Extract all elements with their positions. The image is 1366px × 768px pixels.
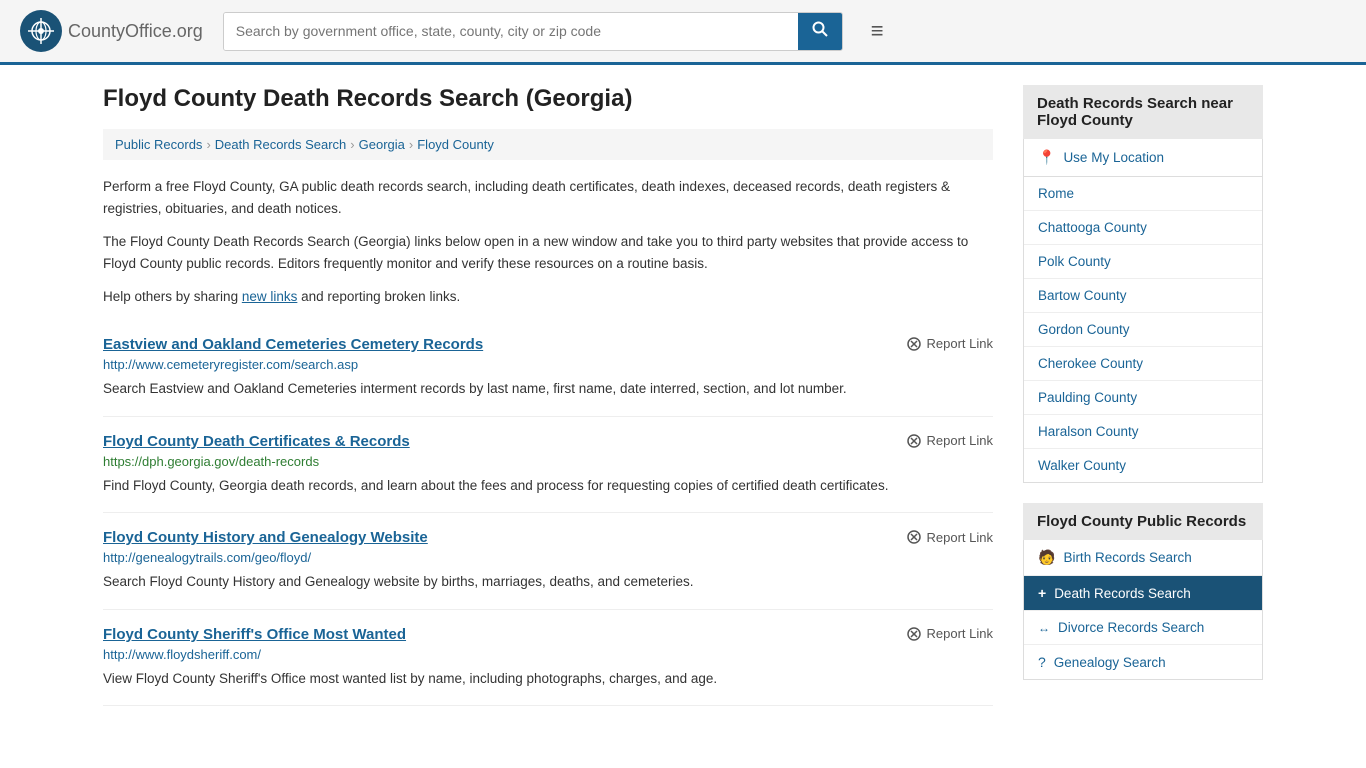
person-icon: 🧑 <box>1038 549 1055 566</box>
nearby-section: Death Records Search near Floyd County 📍… <box>1023 85 1263 483</box>
sidebar-link-death[interactable]: + Death Records Search <box>1024 576 1262 610</box>
nearby-link-haralson[interactable]: Haralson County <box>1024 415 1262 448</box>
logo-link[interactable]: CountyOffice.org <box>20 10 203 52</box>
logo-text: CountyOffice.org <box>68 21 203 42</box>
sidebar-item-genealogy: ? Genealogy Search <box>1024 645 1262 679</box>
breadcrumb: Public Records › Death Records Search › … <box>103 129 993 160</box>
nearby-link-rome[interactable]: Rome <box>1024 177 1262 210</box>
nearby-header: Death Records Search near Floyd County <box>1023 85 1263 139</box>
nearby-item-gordon: Gordon County <box>1024 313 1262 347</box>
report-link-3[interactable]: Report Link <box>906 529 993 545</box>
nearby-link-paulding[interactable]: Paulding County <box>1024 381 1262 414</box>
result-title-1[interactable]: Eastview and Oakland Cemeteries Cemetery… <box>103 336 483 353</box>
nearby-item-haralson: Haralson County <box>1024 415 1262 449</box>
sidebar-link-genealogy[interactable]: ? Genealogy Search <box>1024 645 1262 679</box>
header: CountyOffice.org ≡ <box>0 0 1366 65</box>
report-link-2[interactable]: Report Link <box>906 433 993 449</box>
result-url-3: http://genealogytrails.com/geo/floyd/ <box>103 550 993 565</box>
report-link-4[interactable]: Report Link <box>906 626 993 642</box>
arrows-icon: ↔ <box>1038 621 1050 635</box>
breadcrumb-public-records[interactable]: Public Records <box>115 137 202 152</box>
description-1: Perform a free Floyd County, GA public d… <box>103 176 993 219</box>
nearby-item-chattooga: Chattooga County <box>1024 211 1262 245</box>
description-2: The Floyd County Death Records Search (G… <box>103 231 993 274</box>
sidebar-link-birth[interactable]: 🧑 Birth Records Search <box>1024 540 1262 575</box>
sidebar-link-divorce[interactable]: ↔ Divorce Records Search <box>1024 611 1262 644</box>
search-input[interactable] <box>224 13 798 50</box>
search-button[interactable] <box>798 13 842 50</box>
nearby-item-bartow: Bartow County <box>1024 279 1262 313</box>
sidebar-item-birth: 🧑 Birth Records Search <box>1024 540 1262 576</box>
results-list: Eastview and Oakland Cemeteries Cemetery… <box>103 320 993 706</box>
breadcrumb-death-records[interactable]: Death Records Search <box>215 137 347 152</box>
use-location-button[interactable]: 📍 Use My Location <box>1023 139 1263 177</box>
nearby-item-rome: Rome <box>1024 177 1262 211</box>
nearby-item-paulding: Paulding County <box>1024 381 1262 415</box>
nearby-link-gordon[interactable]: Gordon County <box>1024 313 1262 346</box>
nearby-link-bartow[interactable]: Bartow County <box>1024 279 1262 312</box>
result-item: Floyd County History and Genealogy Websi… <box>103 513 993 610</box>
breadcrumb-floyd-county[interactable]: Floyd County <box>417 137 494 152</box>
sidebar-item-divorce: ↔ Divorce Records Search <box>1024 611 1262 645</box>
report-link-1[interactable]: Report Link <box>906 336 993 352</box>
search-bar <box>223 12 843 51</box>
menu-icon[interactable]: ≡ <box>871 18 884 44</box>
location-icon: 📍 <box>1038 149 1055 166</box>
result-item: Eastview and Oakland Cemeteries Cemetery… <box>103 320 993 417</box>
description-3: Help others by sharing new links and rep… <box>103 286 993 308</box>
nearby-list: Rome Chattooga County Polk County Bartow… <box>1023 177 1263 483</box>
breadcrumb-georgia[interactable]: Georgia <box>359 137 405 152</box>
nearby-item-walker: Walker County <box>1024 449 1262 482</box>
result-url-4: http://www.floydsheriff.com/ <box>103 647 993 662</box>
nearby-link-cherokee[interactable]: Cherokee County <box>1024 347 1262 380</box>
result-title-2[interactable]: Floyd County Death Certificates & Record… <box>103 433 410 450</box>
result-url-2: https://dph.georgia.gov/death-records <box>103 454 993 469</box>
nearby-item-cherokee: Cherokee County <box>1024 347 1262 381</box>
public-records-header: Floyd County Public Records <box>1023 503 1263 540</box>
nearby-link-walker[interactable]: Walker County <box>1024 449 1262 482</box>
result-item: Floyd County Death Certificates & Record… <box>103 417 993 514</box>
sidebar-item-death: + Death Records Search <box>1024 576 1262 611</box>
main-content: Floyd County Death Records Search (Georg… <box>103 85 993 706</box>
sidebar: Death Records Search near Floyd County 📍… <box>1023 85 1263 706</box>
result-desc-2: Find Floyd County, Georgia death records… <box>103 475 993 497</box>
result-desc-4: View Floyd County Sheriff's Office most … <box>103 668 993 690</box>
plus-icon: + <box>1038 585 1046 601</box>
nearby-link-chattooga[interactable]: Chattooga County <box>1024 211 1262 244</box>
nearby-link-polk[interactable]: Polk County <box>1024 245 1262 278</box>
public-records-section: Floyd County Public Records 🧑 Birth Reco… <box>1023 503 1263 680</box>
page-title: Floyd County Death Records Search (Georg… <box>103 85 993 113</box>
result-item: Floyd County Sheriff's Office Most Wante… <box>103 610 993 707</box>
use-location-link[interactable]: Use My Location <box>1063 150 1164 165</box>
page-container: Floyd County Death Records Search (Georg… <box>83 65 1283 726</box>
result-desc-3: Search Floyd County History and Genealog… <box>103 571 993 593</box>
result-desc-1: Search Eastview and Oakland Cemeteries i… <box>103 378 993 400</box>
question-icon: ? <box>1038 654 1046 670</box>
result-url-1: http://www.cemeteryregister.com/search.a… <box>103 357 993 372</box>
result-title-3[interactable]: Floyd County History and Genealogy Websi… <box>103 529 428 546</box>
result-title-4[interactable]: Floyd County Sheriff's Office Most Wante… <box>103 626 406 643</box>
public-records-list: 🧑 Birth Records Search + Death Records S… <box>1023 540 1263 680</box>
new-links[interactable]: new links <box>242 289 298 304</box>
logo-icon <box>20 10 62 52</box>
nearby-item-polk: Polk County <box>1024 245 1262 279</box>
